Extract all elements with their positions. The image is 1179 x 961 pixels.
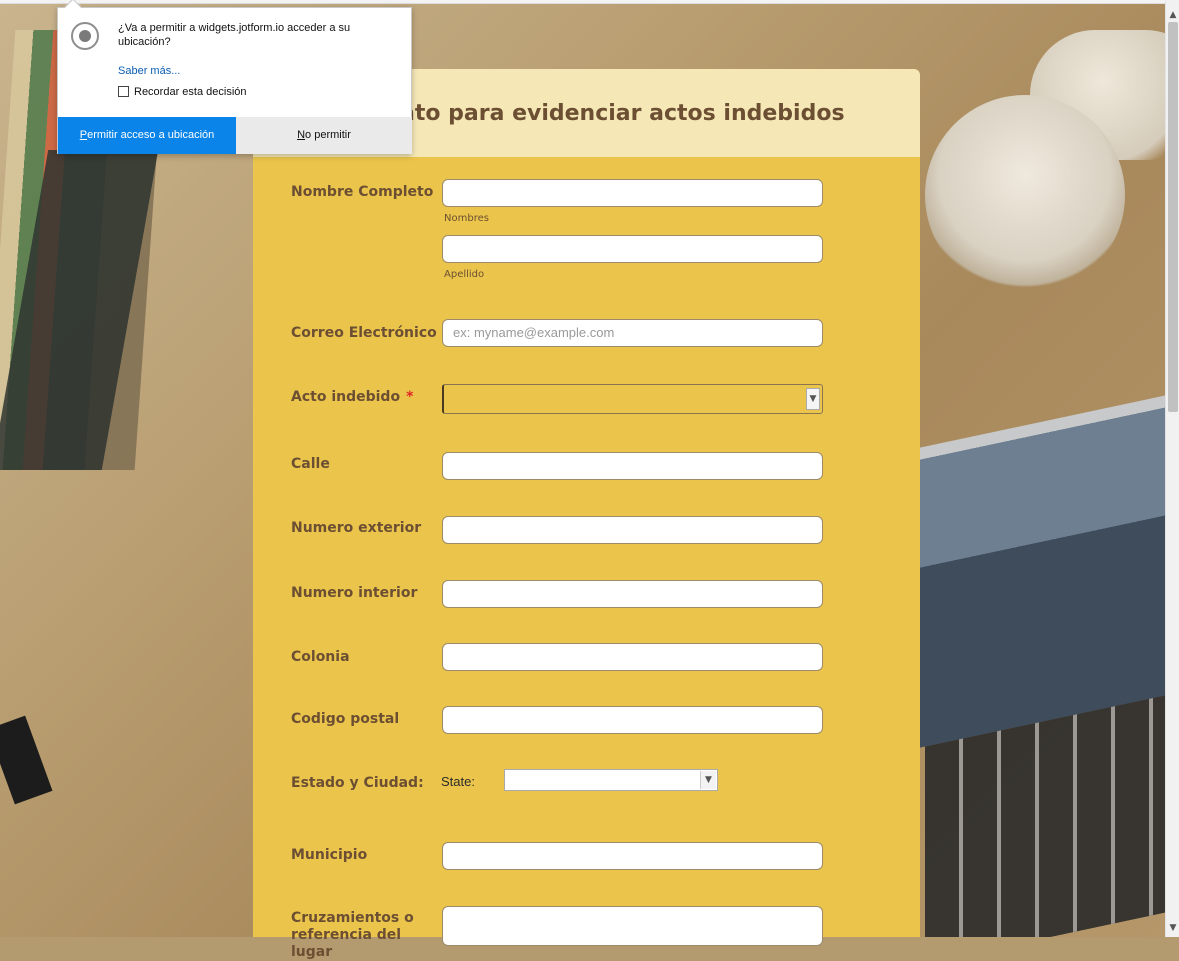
- estado-ciudad-label: Estado y Ciudad:: [291, 775, 424, 791]
- nombres-input[interactable]: [442, 179, 823, 207]
- codigo-postal-label: Codigo postal: [291, 711, 400, 727]
- scroll-down-arrow-icon[interactable]: ▼: [1166, 921, 1179, 935]
- calle-input[interactable]: [442, 452, 823, 480]
- permission-question: ¿Va a permitir a widgets.jotform.io acce…: [118, 22, 351, 48]
- nombre-completo-label: Nombre Completo: [291, 184, 434, 200]
- allow-location-button[interactable]: Permitir acceso a ubicación: [58, 117, 236, 154]
- form-body: [253, 157, 920, 937]
- codigo-postal-input[interactable]: [442, 706, 823, 734]
- scroll-thumb[interactable]: [1168, 22, 1178, 412]
- colonia-label: Colonia: [291, 649, 350, 665]
- learn-more-link[interactable]: Saber más...: [118, 65, 180, 77]
- nombres-sublabel: Nombres: [444, 213, 489, 224]
- correo-label: Correo Electrónico*: [291, 325, 450, 341]
- remember-decision-checkbox[interactable]: Recordar esta decisión: [118, 86, 247, 98]
- numero-exterior-input[interactable]: [442, 516, 823, 544]
- form-title: ato para evidenciar actos indebidos: [400, 101, 845, 126]
- location-permission-popup: ¿Va a permitir a widgets.jotform.io acce…: [57, 0, 412, 154]
- scroll-up-arrow-icon[interactable]: ▲: [1166, 8, 1179, 22]
- calle-label: Calle: [291, 456, 330, 472]
- location-icon: [71, 22, 99, 50]
- acto-label-text: Acto indebido: [291, 389, 401, 405]
- chevron-down-icon[interactable]: ▼: [806, 388, 820, 410]
- laptop-screen-decoration: [920, 392, 1165, 748]
- correo-label-text: Correo Electrónico: [291, 325, 437, 341]
- deny-label: o permitir: [305, 129, 351, 141]
- state-label: State:: [441, 774, 475, 789]
- deny-location-button[interactable]: No permitir: [236, 117, 412, 154]
- browser-top-edge: [0, 0, 1165, 4]
- allow-label: ermitir acceso a ubicación: [87, 129, 215, 141]
- acto-indebido-select[interactable]: ▼: [442, 384, 823, 414]
- municipio-input[interactable]: [442, 842, 823, 870]
- dark-object-decoration: [0, 715, 53, 805]
- allow-accesskey: P: [79, 129, 88, 141]
- required-mark: *: [406, 389, 414, 405]
- page-scrollbar[interactable]: ▲ ▼: [1165, 0, 1179, 937]
- numero-interior-input[interactable]: [442, 580, 823, 608]
- chevron-down-icon[interactable]: ▼: [700, 771, 716, 789]
- state-select[interactable]: ▼: [504, 769, 718, 791]
- correo-input[interactable]: ex: myname@example.com: [442, 319, 823, 347]
- apellido-sublabel: Apellido: [444, 269, 485, 280]
- municipio-label: Municipio: [291, 847, 368, 863]
- cruzamientos-label: Cruzamientos o referencia del lugar: [291, 910, 414, 960]
- lamp-shade-decoration: [925, 95, 1125, 295]
- cruzamientos-textarea[interactable]: [442, 906, 823, 946]
- checkbox-icon[interactable]: [118, 86, 129, 97]
- numero-exterior-label: Numero exterior: [291, 520, 422, 536]
- acto-indebido-label: Acto indebido *: [291, 389, 413, 405]
- remember-decision-label: Recordar esta decisión: [134, 86, 247, 98]
- numero-interior-label: Numero interior: [291, 585, 418, 601]
- deny-accesskey: N: [297, 129, 306, 141]
- colonia-input[interactable]: [442, 643, 823, 671]
- apellido-input[interactable]: [442, 235, 823, 263]
